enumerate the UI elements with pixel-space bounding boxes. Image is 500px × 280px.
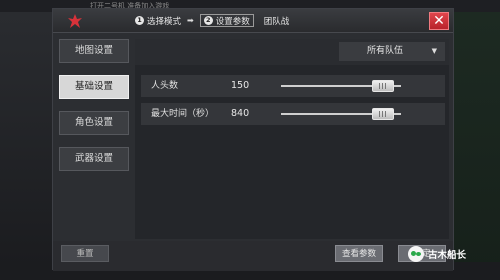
max-time-slider-thumb[interactable] <box>372 108 394 120</box>
mode-label: 团队战 <box>263 16 290 27</box>
background-left-panel <box>0 12 60 280</box>
wechat-icon <box>408 246 424 262</box>
sidebar-item-basic[interactable]: 基础设置 <box>59 75 129 99</box>
team-filter-value: 所有队伍 <box>367 46 404 56</box>
setting-label: 人头数 <box>151 81 179 91</box>
background-right-panel <box>452 12 500 280</box>
settings-content: 所有队伍 ▼ 人头数 150 最大时间（秒） 840 <box>135 39 449 239</box>
dialog-footer: 重置 查看参数 确定 <box>53 241 453 271</box>
step-label: 选择模式 <box>147 16 182 27</box>
mode-name: 团队战 <box>264 15 290 27</box>
close-button[interactable]: ✕ <box>429 12 449 30</box>
game-logo-icon <box>68 14 82 28</box>
step-select-mode[interactable]: 1 选择模式 <box>135 15 181 27</box>
step-label: 设置参数 <box>215 16 250 27</box>
setting-value: 150 <box>231 80 250 91</box>
arrow-right-icon: ➡ <box>187 16 194 25</box>
kills-slider-thumb[interactable] <box>372 80 394 92</box>
step-set-params[interactable]: 2 设置参数 <box>199 14 254 27</box>
setting-label: 最大时间（秒） <box>151 109 215 119</box>
reset-button[interactable]: 重置 <box>61 245 109 262</box>
watermark-text: 古木船长 <box>428 250 467 261</box>
dialog-titlebar: 1 选择模式 ➡ 2 设置参数 团队战 ✕ <box>53 9 453 33</box>
setting-value: 840 <box>231 108 250 119</box>
step-number: 2 <box>203 16 213 25</box>
settings-sidebar: 地图设置 基础设置 角色设置 武器设置 <box>59 39 131 183</box>
filter-bar: 所有队伍 ▼ <box>135 39 449 65</box>
team-filter-dropdown[interactable]: 所有队伍 ▼ <box>339 42 445 61</box>
setting-row-kills: 人头数 150 <box>141 75 445 97</box>
watermark: 古木船长 <box>408 246 466 262</box>
chevron-down-icon: ▼ <box>431 47 437 55</box>
step-number: 1 <box>135 16 144 25</box>
view-params-button[interactable]: 查看参数 <box>335 245 383 262</box>
sidebar-item-character[interactable]: 角色设置 <box>59 111 129 135</box>
setting-row-max-time: 最大时间（秒） 840 <box>141 103 445 125</box>
settings-dialog: 1 选择模式 ➡ 2 设置参数 团队战 ✕ 地图设置 基础设置 角色设置 武器设… <box>52 8 454 271</box>
step-breadcrumb: 1 选择模式 ➡ 2 设置参数 团队战 <box>135 14 289 27</box>
sidebar-item-map[interactable]: 地图设置 <box>59 39 129 63</box>
sidebar-item-weapon[interactable]: 武器设置 <box>59 147 129 171</box>
